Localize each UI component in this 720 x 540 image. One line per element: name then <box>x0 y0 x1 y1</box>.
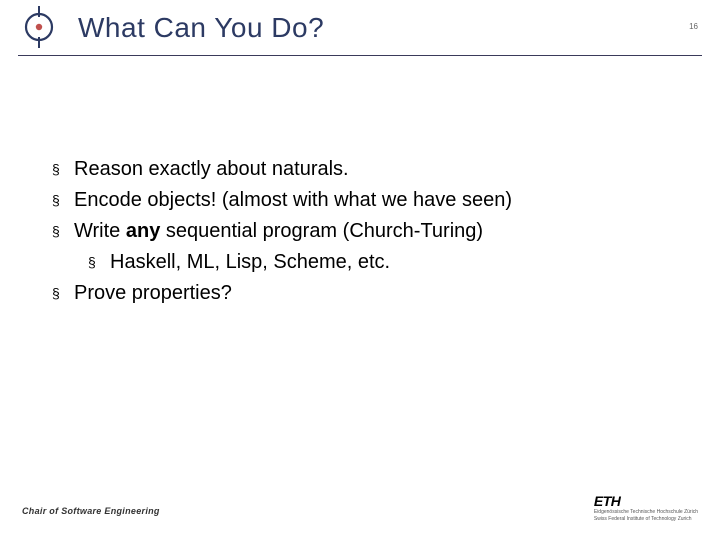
logo-icon <box>18 6 60 48</box>
slide: What Can You Do? 16 §Reason exactly abou… <box>0 0 720 540</box>
bullet-marker: § <box>52 217 74 246</box>
eth-subtitle-2: Swiss Federal Institute of Technology Zu… <box>594 517 698 523</box>
list-item: §Haskell, ML, Lisp, Scheme, etc. <box>88 248 680 277</box>
bullet-text: Reason exactly about naturals. <box>74 155 680 184</box>
footer-chair: Chair of Software Engineering <box>22 506 160 516</box>
bullet-text: Encode objects! (almost with what we hav… <box>74 186 680 215</box>
eth-logo-text: ETH <box>594 493 698 509</box>
list-item: §Encode objects! (almost with what we ha… <box>52 186 680 215</box>
bullet-text: Write any sequential program (Church-Tur… <box>74 217 680 246</box>
slide-title: What Can You Do? <box>78 12 324 44</box>
sub-list: §Haskell, ML, Lisp, Scheme, etc. <box>88 248 680 277</box>
bullet-text: Haskell, ML, Lisp, Scheme, etc. <box>110 248 680 277</box>
bullet-marker: § <box>52 155 74 184</box>
footer-eth: ETH Eidgenössische Technische Hochschule… <box>594 493 698 522</box>
bullet-marker: § <box>52 279 74 308</box>
page-number: 16 <box>689 22 698 31</box>
list-item: §Prove properties? <box>52 279 680 308</box>
slide-header: What Can You Do? 16 <box>18 0 702 56</box>
list-item: §Write any sequential program (Church-Tu… <box>52 217 680 246</box>
bullet-marker: § <box>52 186 74 215</box>
bullet-marker: § <box>88 248 110 277</box>
slide-content: §Reason exactly about naturals.§Encode o… <box>52 155 680 310</box>
list-item: §Reason exactly about naturals. <box>52 155 680 184</box>
eth-subtitle-1: Eidgenössische Technische Hochschule Zür… <box>594 510 698 516</box>
bullet-text: Prove properties? <box>74 279 680 308</box>
